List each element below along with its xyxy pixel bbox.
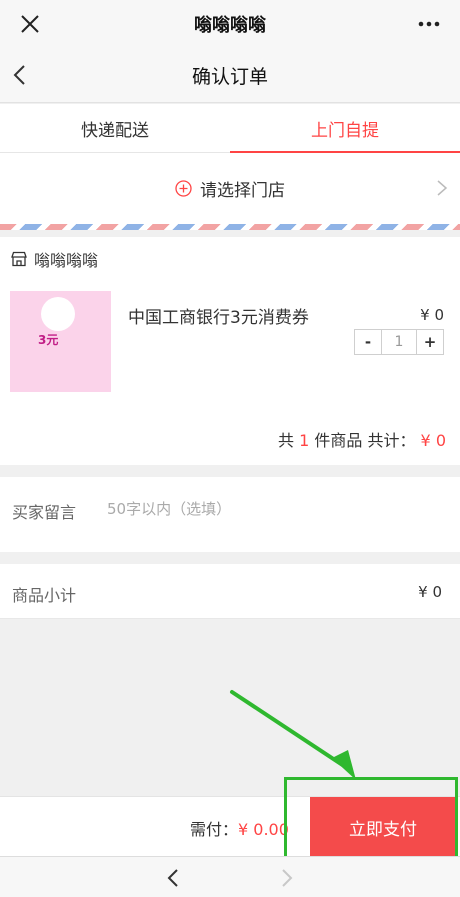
shop-header: 嗡嗡嗡嗡 xyxy=(10,247,98,271)
subtotal-value: ¥ 0 xyxy=(418,583,442,601)
buyer-remark-row: 买家留言 xyxy=(0,477,460,552)
product-name[interactable]: 中国工商银行3元消费券 xyxy=(128,303,309,328)
browser-nav-bar xyxy=(0,856,460,897)
page-header: 确认订单 xyxy=(0,48,460,103)
summary-middle: 件商品 共计： xyxy=(314,431,416,450)
subtotal-label: 商品小计 xyxy=(12,586,77,605)
quantity-stepper: - 1 + xyxy=(354,329,444,355)
select-store-label: 请选择门店 xyxy=(200,181,285,201)
bank-logo xyxy=(41,297,75,331)
thumbnail-amount: 3元 xyxy=(38,333,59,347)
more-icon[interactable] xyxy=(418,20,440,28)
close-icon[interactable] xyxy=(18,12,42,36)
wechat-title-bar: 嗡嗡嗡嗡 xyxy=(0,0,460,48)
remark-input[interactable] xyxy=(107,497,437,521)
product-thumbnail[interactable]: 3元 xyxy=(10,291,111,392)
remark-label: 买家留言 xyxy=(12,503,77,522)
tab-express-delivery[interactable]: 快递配送 xyxy=(0,104,230,152)
shop-order-card: 嗡嗡嗡嗡 3元 中国工商银行3元消费券 ¥ 0 - 1 + 共 1 件商品 共计… xyxy=(0,237,460,465)
amount-due-label: 需付： xyxy=(190,820,239,839)
amount-due-value: ¥ 0.00 xyxy=(238,820,289,839)
order-summary: 共 1 件商品 共计： ¥ 0 xyxy=(278,427,446,451)
summary-count: 1 xyxy=(299,431,310,450)
annotation-arrow xyxy=(230,690,356,780)
subtotal-row: 商品小计 ¥ 0 xyxy=(0,564,460,619)
back-icon[interactable] xyxy=(10,63,32,87)
select-store-row[interactable]: 请选择门店 xyxy=(0,153,460,224)
tab-self-pickup[interactable]: 上门自提 xyxy=(230,104,460,153)
shop-name: 嗡嗡嗡嗡 xyxy=(34,251,99,270)
summary-prefix: 共 xyxy=(277,431,294,450)
quantity-value[interactable]: 1 xyxy=(381,330,417,354)
chevron-right-icon xyxy=(437,180,448,196)
airmail-divider xyxy=(0,224,460,230)
product-price: ¥ 0 xyxy=(420,306,444,324)
delivery-tabs: 快递配送 上门自提 xyxy=(0,104,460,153)
page-title: 确认订单 xyxy=(191,65,268,88)
nav-back-icon[interactable] xyxy=(164,867,182,889)
app-title: 嗡嗡嗡嗡 xyxy=(194,15,266,36)
summary-total: ¥ 0 xyxy=(420,431,446,450)
shop-icon xyxy=(11,251,27,267)
nav-forward-icon[interactable] xyxy=(278,867,296,889)
decrease-button[interactable]: - xyxy=(355,330,381,354)
amount-due: 需付：¥ 0.00 xyxy=(190,816,289,840)
add-circle-icon xyxy=(175,180,192,197)
increase-button[interactable]: + xyxy=(417,330,443,354)
